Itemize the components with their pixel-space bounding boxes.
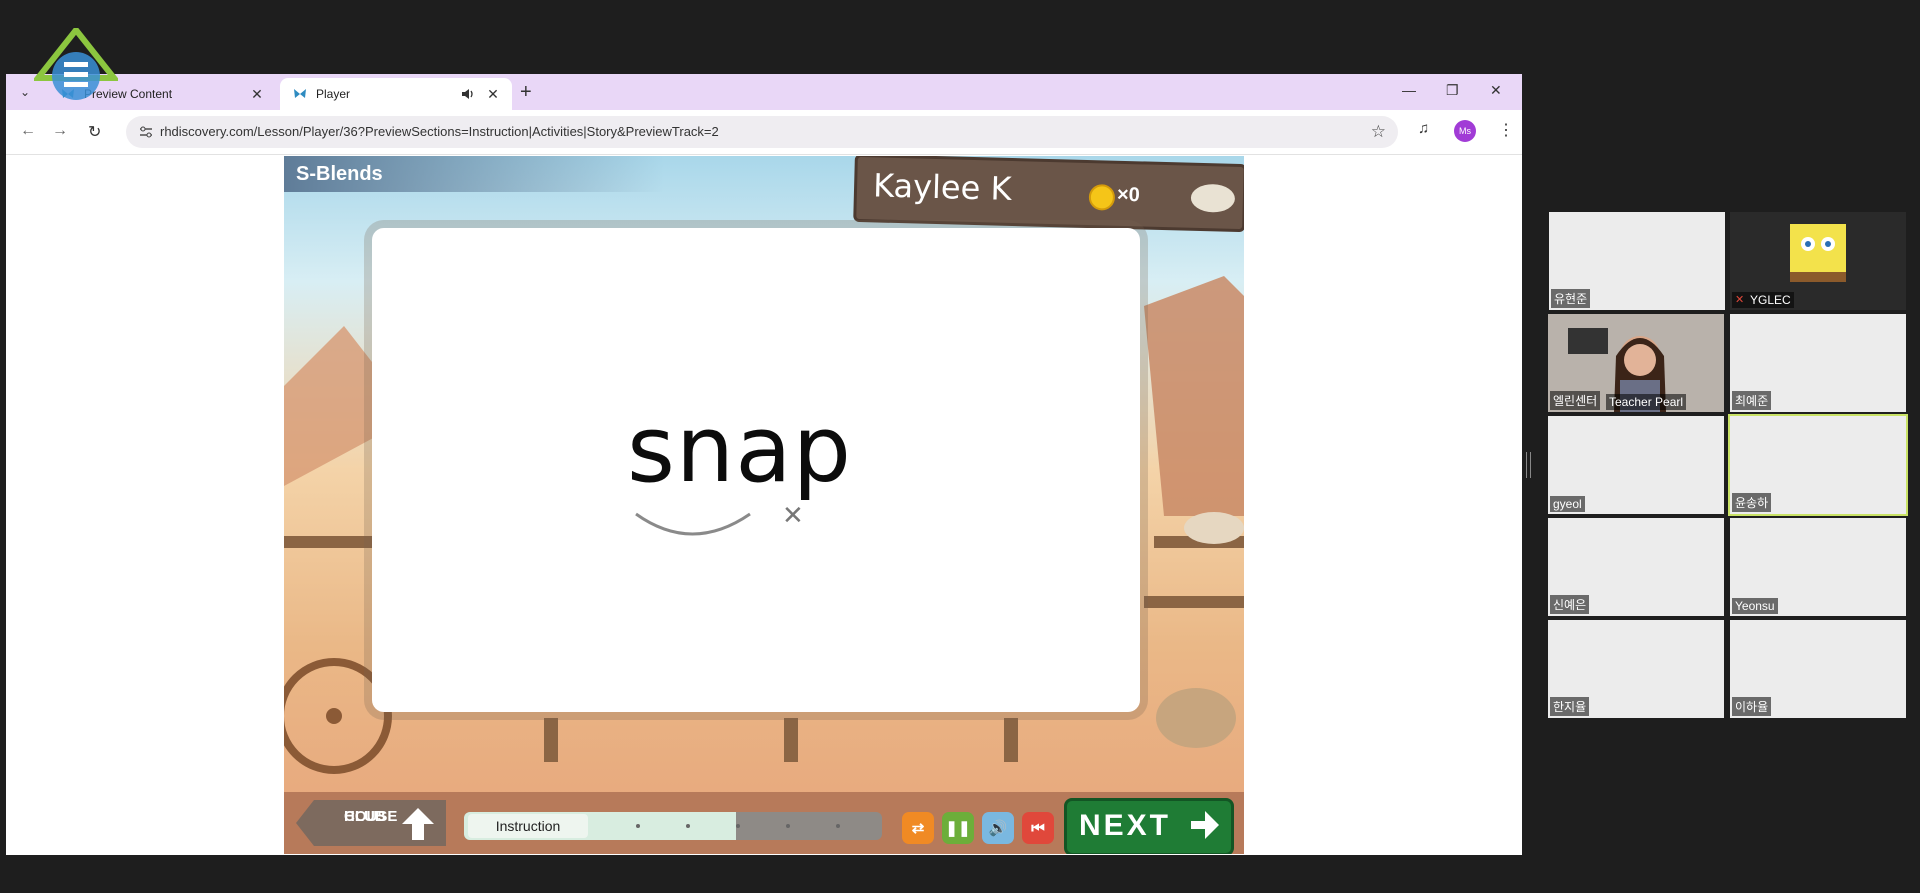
swap-icon[interactable]: ⇄ xyxy=(902,812,934,844)
close-window-icon[interactable]: ✕ xyxy=(1490,82,1502,99)
participant-name: 엘린센터 xyxy=(1550,391,1601,410)
section-title: S-Blends xyxy=(296,163,383,185)
page-content: S-Blends Kaylee K ×0 snap ✕ CLUB HOUSE I… xyxy=(6,155,1522,855)
tab-strip: ⌄ Preview Content ✕ Player ✕ + — ❐ ✕ xyxy=(6,74,1522,110)
target-word[interactable]: snap xyxy=(627,396,852,503)
participant-tile[interactable]: 한지율 xyxy=(1548,620,1724,718)
tab-search-button[interactable]: ⌄ xyxy=(14,81,36,103)
coin-count: ×0 xyxy=(1116,183,1141,207)
participant-tile[interactable]: 윤송하 xyxy=(1730,416,1906,514)
clubhouse-label-2: HOUSE xyxy=(344,808,398,825)
participant-name: 신예은 xyxy=(1550,595,1590,614)
clubhouse-badge-icon[interactable] xyxy=(1190,183,1236,213)
participant-tile[interactable]: 유현준 xyxy=(1549,212,1725,310)
house-arrow-icon xyxy=(402,808,434,840)
forward-icon[interactable]: → xyxy=(52,122,68,140)
audio-playing-icon[interactable] xyxy=(460,86,476,102)
rewind-icon[interactable]: ⏮ xyxy=(1022,812,1054,844)
participant-name: 유현준 xyxy=(1551,289,1591,308)
progress-step-dot xyxy=(636,824,640,828)
close-tab-icon[interactable]: ✕ xyxy=(484,86,502,103)
site-settings-icon[interactable] xyxy=(138,124,154,140)
browser-window: ⌄ Preview Content ✕ Player ✕ + — ❐ ✕ ← → xyxy=(6,74,1522,855)
progress-step-dot xyxy=(736,824,740,828)
reload-icon[interactable]: ↻ xyxy=(88,122,101,142)
restore-icon[interactable]: ❐ xyxy=(1446,82,1459,99)
participant-name: 최예준 xyxy=(1732,391,1772,410)
participant-tile[interactable]: 엘린센터 Teacher Pearl xyxy=(1548,314,1724,412)
browser-toolbar: ← → ↻ rhdiscovery.com/Lesson/Player/36?P… xyxy=(6,110,1522,155)
separator-x-icon: ✕ xyxy=(782,500,804,530)
pause-icon[interactable]: ❚❚ xyxy=(942,812,974,844)
word-card: snap ✕ xyxy=(372,228,1140,712)
participant-name: 윤송하 xyxy=(1732,493,1772,512)
profile-avatar[interactable]: Ms xyxy=(1454,120,1476,142)
tab-title: Player xyxy=(316,87,351,101)
blend-swoop-icon[interactable] xyxy=(632,510,756,542)
participant-name: Yeonsu xyxy=(1732,598,1778,614)
player-controls-bar: CLUB HOUSE Instruction ⇄ ❚❚ 🔊 ⏮ NEXT xyxy=(284,792,1244,854)
close-tab-icon[interactable]: ✕ xyxy=(248,86,266,103)
progress-step-dot xyxy=(786,824,790,828)
participant-tile[interactable]: Yeonsu xyxy=(1730,518,1906,616)
minimize-icon[interactable]: — xyxy=(1402,82,1416,98)
participant-tile[interactable]: YGLEC ✕ xyxy=(1730,212,1906,310)
lesson-progress-bar: Instruction xyxy=(464,812,882,840)
progress-step-dot xyxy=(836,824,840,828)
new-tab-button[interactable]: + xyxy=(520,82,532,102)
butterfly-icon xyxy=(294,89,306,98)
progress-step-dot xyxy=(686,824,690,828)
coin-icon xyxy=(1088,184,1116,211)
participant-name: 이하율 xyxy=(1732,697,1772,716)
school-logo xyxy=(34,28,118,100)
tab-player[interactable]: Player ✕ xyxy=(280,78,512,110)
participant-tile[interactable]: 이하율 xyxy=(1730,620,1906,718)
url-text: rhdiscovery.com/Lesson/Player/36?Preview… xyxy=(160,124,719,139)
participant-tile[interactable]: 신예은 xyxy=(1548,518,1724,616)
back-icon[interactable]: ← xyxy=(20,122,36,140)
participant-name: Teacher Pearl xyxy=(1606,394,1687,410)
media-controls-icon[interactable]: ♫ xyxy=(1418,120,1429,137)
next-button[interactable]: NEXT xyxy=(1064,798,1234,854)
progress-label: Instruction xyxy=(468,814,588,838)
student-nameplate: Kaylee K ×0 xyxy=(853,156,1244,233)
address-bar[interactable]: rhdiscovery.com/Lesson/Player/36?Preview… xyxy=(126,116,1398,148)
lesson-player: S-Blends Kaylee K ×0 snap ✕ CLUB HOUSE I… xyxy=(284,156,1244,854)
arrow-right-icon xyxy=(1191,811,1219,839)
panel-resize-handle[interactable] xyxy=(1526,452,1531,478)
volume-icon[interactable]: 🔊 xyxy=(982,812,1014,844)
participant-tile[interactable]: gyeol xyxy=(1548,416,1724,514)
clubhouse-button[interactable]: CLUB HOUSE xyxy=(296,800,446,846)
participant-tile[interactable]: 최예준 xyxy=(1730,314,1906,412)
participant-name: 한지율 xyxy=(1550,697,1590,716)
participant-name: gyeol xyxy=(1550,496,1585,512)
menu-icon[interactable]: ⋮ xyxy=(1498,120,1514,140)
student-name: Kaylee K xyxy=(872,166,1012,208)
avatar: Ms xyxy=(1454,120,1476,142)
muted-mic-icon: ✕ xyxy=(1735,294,1745,306)
sponge-avatar-icon xyxy=(1790,224,1846,282)
bookmark-star-icon[interactable]: ☆ xyxy=(1371,122,1386,142)
next-label: NEXT xyxy=(1079,809,1172,842)
section-title-bar: S-Blends xyxy=(284,156,664,192)
